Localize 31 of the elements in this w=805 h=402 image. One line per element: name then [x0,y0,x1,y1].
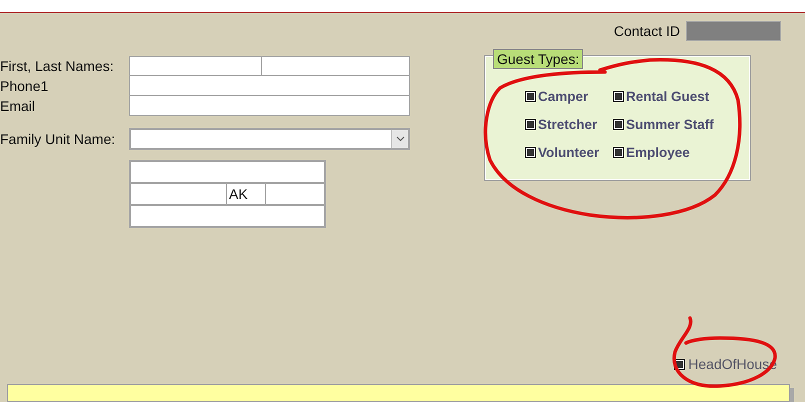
input-field[interactable] [129,182,227,206]
group-title: Guest Types: [493,49,584,69]
checkbox-label: Volunteer [538,144,600,160]
checkbox-label: Employee [626,144,690,160]
dropdown-button[interactable] [391,130,408,148]
field-label: Phone1 [0,77,50,96]
input-field[interactable] [129,56,261,76]
field-label: Email [0,97,36,116]
input-field[interactable] [129,96,410,116]
checkbox[interactable] [613,90,624,102]
checkbox-label: Summer Staff [626,116,714,132]
checkbox-label: Rental Guest [626,88,710,104]
checkbox-label: Stretcher [538,116,598,132]
checkbox[interactable] [613,118,624,130]
input-field[interactable] [261,56,410,76]
input-field[interactable] [129,76,410,96]
input-field[interactable] [266,182,326,206]
checkbox[interactable] [525,118,536,130]
dropdown-field[interactable] [129,128,410,150]
checkbox-label: Camper [538,88,588,104]
field-label: Contact ID [614,23,680,39]
input-field[interactable] [129,204,326,228]
input-field[interactable]: AK [227,182,266,206]
input-field[interactable] [686,21,781,41]
field-label: First, Last Names: [0,57,115,76]
input-field[interactable] [129,160,326,184]
field-label: Family Unit Name: [0,130,116,149]
checkbox[interactable] [525,146,536,158]
chevron-down-icon [396,136,404,142]
checkbox[interactable] [613,146,624,158]
checkbox[interactable] [525,90,536,102]
